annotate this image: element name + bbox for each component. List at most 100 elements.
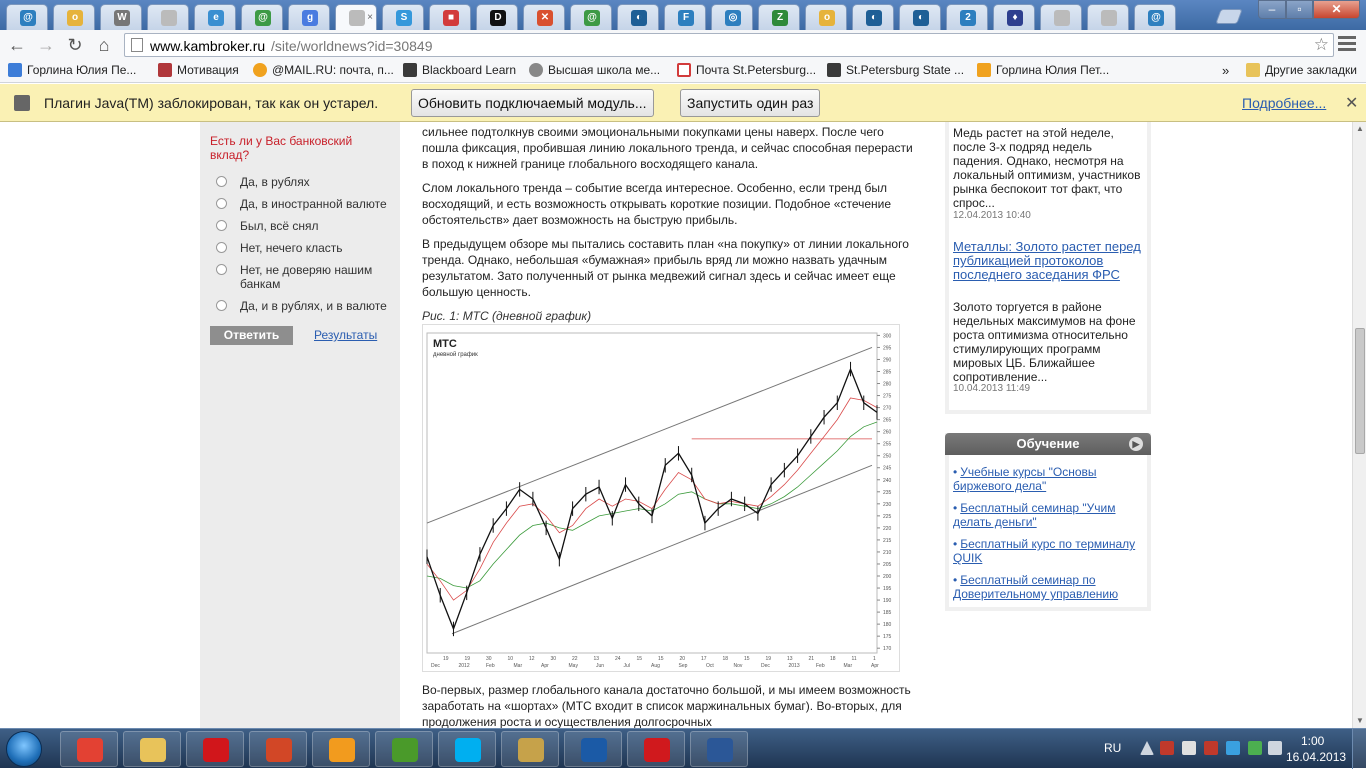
taskbar-app[interactable] bbox=[312, 731, 370, 767]
taskbar-app[interactable] bbox=[564, 731, 622, 767]
language-indicator[interactable]: RU bbox=[1104, 741, 1121, 755]
infobar-more-link[interactable]: Подробнее... bbox=[1242, 95, 1326, 111]
clock-date[interactable]: 16.04.2013 bbox=[1286, 750, 1346, 764]
forward-icon[interactable]: → bbox=[35, 34, 57, 56]
browser-tab[interactable]: @ bbox=[6, 4, 48, 30]
taskbar-app[interactable] bbox=[60, 731, 118, 767]
maximize-button[interactable]: ▫ bbox=[1286, 0, 1313, 19]
close-icon[interactable]: ✕ bbox=[1345, 93, 1358, 113]
taskbar-app[interactable] bbox=[627, 731, 685, 767]
browser-tab[interactable]: Z bbox=[758, 4, 800, 30]
taskbar-app[interactable] bbox=[501, 731, 559, 767]
bookmark-item[interactable]: Высшая школа ме... bbox=[529, 63, 660, 77]
tray-icon[interactable] bbox=[1226, 741, 1240, 755]
other-bookmarks[interactable]: Другие закладки bbox=[1246, 63, 1357, 77]
scroll-up-arrow-icon[interactable]: ▲ bbox=[1353, 122, 1366, 136]
radio-button[interactable] bbox=[216, 300, 227, 311]
browser-tab[interactable]: o bbox=[805, 4, 847, 30]
close-tab-icon[interactable]: × bbox=[367, 12, 373, 23]
taskbar-app[interactable] bbox=[123, 731, 181, 767]
menu-icon[interactable] bbox=[1338, 36, 1356, 52]
browser-tab[interactable]: @ bbox=[1134, 4, 1176, 30]
home-icon[interactable]: ⌂ bbox=[93, 34, 115, 56]
poll-option[interactable]: Да, и в рублях, и в валюте bbox=[216, 299, 396, 313]
tray-icon[interactable] bbox=[1182, 741, 1196, 755]
vertical-scrollbar[interactable]: ▲ ▼ bbox=[1352, 122, 1366, 728]
browser-tab[interactable]: D bbox=[476, 4, 518, 30]
answer-button[interactable]: Ответить bbox=[210, 326, 293, 345]
browser-tab[interactable]: ■ bbox=[429, 4, 471, 30]
run-once-button[interactable]: Запустить один раз bbox=[680, 89, 821, 117]
new-tab-button[interactable] bbox=[1215, 9, 1243, 24]
browser-tab[interactable]: × bbox=[335, 4, 377, 31]
education-item[interactable]: • Бесплатный семинар по Доверительному уп… bbox=[953, 573, 1143, 601]
scroll-down-arrow-icon[interactable]: ▼ bbox=[1353, 714, 1366, 728]
taskbar-app[interactable] bbox=[375, 731, 433, 767]
bookmark-item[interactable]: St.Petersburg State ... bbox=[827, 63, 964, 77]
browser-tab[interactable]: F bbox=[664, 4, 706, 30]
radio-button[interactable] bbox=[216, 176, 227, 187]
update-plugin-button[interactable]: Обновить подключаемый модуль... bbox=[411, 89, 654, 117]
reload-icon[interactable]: ↻ bbox=[64, 34, 86, 56]
browser-tab[interactable]: @ bbox=[570, 4, 612, 30]
radio-button[interactable] bbox=[216, 242, 227, 253]
browser-tab[interactable]: W bbox=[100, 4, 142, 30]
browser-tab[interactable]: g bbox=[288, 4, 330, 30]
bookmarks-overflow-chevron[interactable]: » bbox=[1222, 63, 1229, 78]
results-link[interactable]: Результаты bbox=[314, 328, 377, 342]
volume-icon[interactable] bbox=[1268, 741, 1282, 755]
browser-tab[interactable]: @ bbox=[241, 4, 283, 30]
taskbar-app[interactable] bbox=[690, 731, 748, 767]
browser-tab[interactable]: ◎ bbox=[711, 4, 753, 30]
browser-tab[interactable]: 2 bbox=[946, 4, 988, 30]
close-window-button[interactable]: ✕ bbox=[1313, 0, 1360, 19]
radio-button[interactable] bbox=[216, 264, 227, 275]
bookmark-item[interactable]: Почта St.Petersburg... bbox=[677, 63, 816, 77]
bookmark-star-icon[interactable]: ☆ bbox=[1314, 35, 1329, 55]
taskbar-app[interactable] bbox=[438, 731, 496, 767]
poll-option[interactable]: Нет, не доверяю нашим банкам bbox=[216, 263, 396, 291]
radio-button[interactable] bbox=[216, 198, 227, 209]
arrow-right-icon[interactable]: ▶ bbox=[1129, 437, 1143, 451]
back-icon[interactable]: ← bbox=[6, 34, 28, 56]
bookmark-item[interactable]: Blackboard Learn bbox=[403, 63, 516, 77]
tray-icon[interactable] bbox=[1160, 741, 1174, 755]
x-tick-label: 15 bbox=[658, 656, 664, 662]
show-hidden-icons-icon[interactable] bbox=[1140, 741, 1154, 755]
radio-button[interactable] bbox=[216, 220, 227, 231]
news-title-link[interactable]: Металлы: Золото растет перед публикацией… bbox=[953, 240, 1143, 282]
browser-tab[interactable]: e bbox=[194, 4, 236, 30]
browser-tab[interactable]: ◐ bbox=[899, 4, 941, 30]
google-drive-icon[interactable] bbox=[1248, 741, 1262, 755]
education-item[interactable]: • Бесплатный семинар "Учим делать деньги" bbox=[953, 501, 1143, 529]
poll-option[interactable]: Был, всё снял bbox=[216, 219, 396, 233]
taskbar-app[interactable] bbox=[186, 731, 244, 767]
bookmark-item[interactable]: Мотивация bbox=[158, 63, 239, 77]
browser-tab[interactable] bbox=[1040, 4, 1082, 30]
education-item[interactable]: • Учебные курсы "Основы биржевого дела" bbox=[953, 465, 1143, 493]
poll-option[interactable]: Нет, нечего класть bbox=[216, 241, 396, 255]
scroll-thumb[interactable] bbox=[1355, 328, 1365, 454]
address-bar[interactable]: www.kambroker.ru /site/worldnews?id=3084… bbox=[124, 33, 1334, 57]
browser-tab[interactable]: ◐ bbox=[852, 4, 894, 30]
browser-tab[interactable]: ◐ bbox=[617, 4, 659, 30]
browser-tab[interactable]: ✕ bbox=[523, 4, 565, 30]
tray-icon[interactable] bbox=[1204, 741, 1218, 755]
taskbar-app[interactable] bbox=[249, 731, 307, 767]
poll-option[interactable]: Да, в рублях bbox=[216, 175, 396, 189]
browser-tab[interactable]: ♦ bbox=[993, 4, 1035, 30]
education-item[interactable]: • Бесплатный курс по терминалу QUIK bbox=[953, 537, 1143, 565]
bookmark-item[interactable]: Горлина Юлия Пет... bbox=[977, 63, 1109, 77]
bookmark-item[interactable]: @MAIL.RU: почта, п... bbox=[253, 63, 394, 77]
news-date: 10.04.2013 11:49 bbox=[953, 383, 1031, 394]
browser-tab[interactable] bbox=[1087, 4, 1129, 30]
minimize-button[interactable]: – bbox=[1258, 0, 1286, 19]
browser-tab[interactable]: o bbox=[53, 4, 95, 30]
start-button[interactable] bbox=[6, 731, 42, 767]
poll-option[interactable]: Да, в иностранной валюте bbox=[216, 197, 396, 211]
clock-time[interactable]: 1:00 bbox=[1301, 734, 1324, 748]
browser-tab[interactable]: S bbox=[382, 4, 424, 30]
show-desktop-button[interactable] bbox=[1352, 729, 1366, 769]
browser-tab[interactable] bbox=[147, 4, 189, 30]
bookmark-item[interactable]: Горлина Юлия Пе... bbox=[8, 63, 136, 77]
